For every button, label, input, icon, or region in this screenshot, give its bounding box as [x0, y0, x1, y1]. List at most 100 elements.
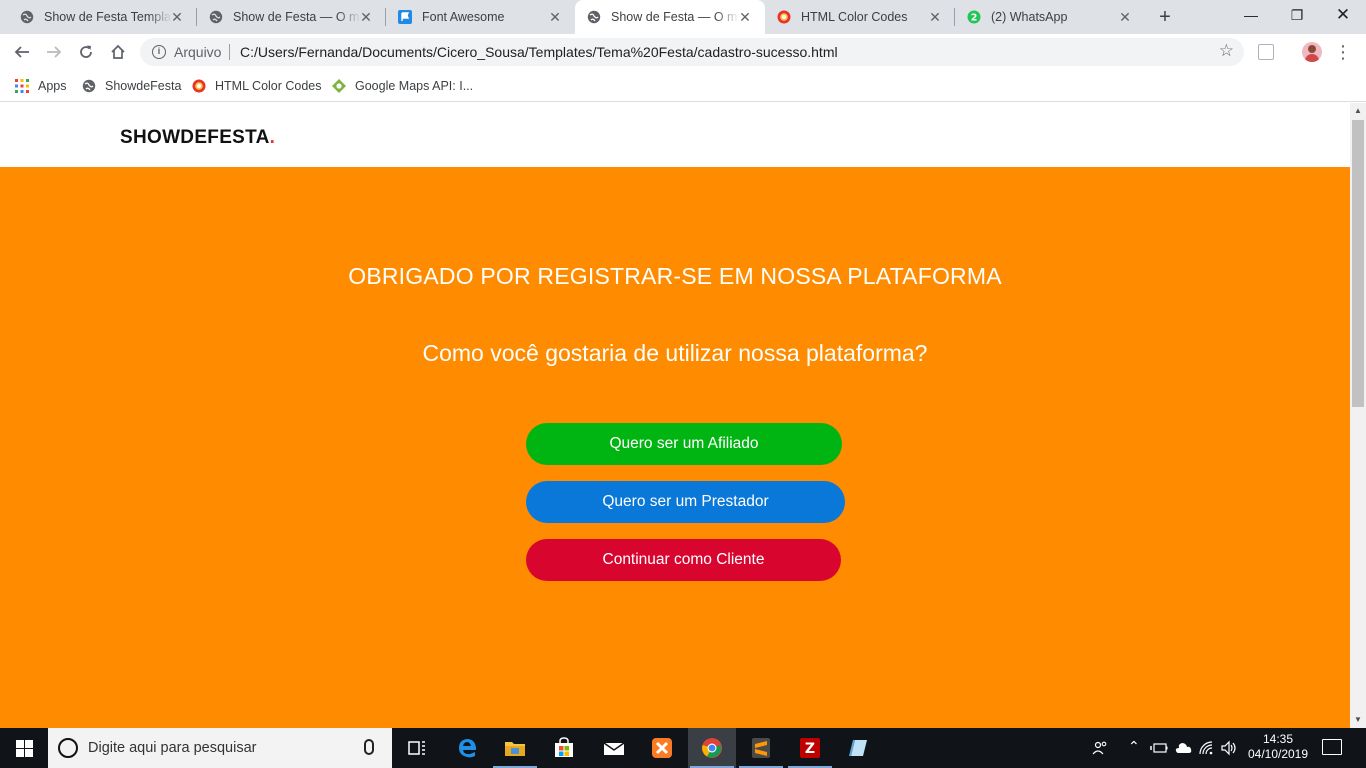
tab-title: HTML Color Codes [801, 10, 929, 25]
extension-icon[interactable] [1258, 44, 1274, 60]
microphone-icon[interactable] [364, 739, 374, 755]
browser-tab[interactable]: Show de Festa — O maior ✕ [189, 0, 386, 34]
taskbar-file-explorer[interactable] [491, 728, 539, 768]
start-button[interactable] [0, 728, 48, 768]
clock-date: 04/10/2019 [1247, 747, 1309, 761]
bookmark-label: Google Maps API: I... [355, 79, 474, 93]
battery-plug-icon[interactable] [1150, 741, 1168, 755]
taskbar-notepad[interactable] [834, 728, 882, 768]
apps-grid-icon [15, 79, 29, 93]
bookmark-showdefesta[interactable]: ShowdeFesta [82, 77, 181, 95]
hero-question: Como você gostaria de utilizar nossa pla… [422, 340, 928, 366]
browser-tab[interactable]: 2 (2) WhatsApp ✕ [955, 0, 1145, 34]
scroll-up-arrow-icon[interactable]: ▲ [1350, 103, 1366, 119]
filezilla-icon: Z [800, 738, 820, 758]
wifi-icon[interactable] [1198, 740, 1214, 756]
maps-icon [332, 79, 346, 93]
onedrive-cloud-icon[interactable] [1174, 741, 1192, 754]
bookmark-apps[interactable]: Apps [15, 77, 67, 95]
action-center-icon[interactable] [1322, 739, 1342, 755]
hero-title: OBRIGADO POR REGISTRAR-SE EM NOSSA PLATA… [348, 263, 1002, 289]
address-scheme-label: Arquivo [174, 44, 222, 60]
bookmark-google-maps[interactable]: Google Maps API: I... [332, 77, 473, 95]
browser-tab-active[interactable]: Show de Festa — O maior ✕ [575, 0, 765, 34]
svg-text:Z: Z [805, 741, 815, 757]
browser-menu-icon[interactable]: ⋮ [1334, 40, 1352, 64]
windows-taskbar: Digite aqui para pesquisar Z ⌃ 14:35 04/… [0, 728, 1366, 768]
bookmark-html-color-codes[interactable]: HTML Color Codes [192, 77, 322, 95]
page-viewport: SHOWDEFESTA. OBRIGADO POR REGISTRAR-SE E… [0, 103, 1350, 728]
close-tab-icon[interactable]: ✕ [927, 9, 943, 25]
arrow-left-icon [14, 46, 29, 58]
close-tab-icon[interactable]: ✕ [169, 9, 185, 25]
close-tab-icon[interactable]: ✕ [547, 9, 563, 25]
address-url[interactable]: C:/Users/Fernanda/Documents/Cicero_Sousa… [240, 44, 838, 60]
cortana-icon [58, 738, 78, 758]
restore-button[interactable]: ❐ [1274, 0, 1320, 30]
task-view-button[interactable] [393, 728, 441, 768]
taskbar-search-box[interactable]: Digite aqui para pesquisar [48, 728, 392, 768]
site-header: SHOWDEFESTA. [0, 103, 1350, 167]
taskbar-chrome[interactable] [688, 728, 736, 768]
logo-text: SHOWDEFESTA [120, 127, 270, 148]
chevron-up-icon[interactable]: ⌃ [1128, 738, 1140, 755]
taskbar-xampp[interactable] [638, 728, 686, 768]
bookmarks-bar: Apps ShowdeFesta HTML Color Codes Google… [0, 70, 1366, 102]
bookmark-star-icon[interactable]: ☆ [1219, 41, 1234, 61]
arrow-right-icon [47, 46, 62, 58]
taskbar-mail[interactable] [590, 728, 638, 768]
browser-tab[interactable]: Font Awesome ✕ [378, 0, 575, 34]
site-logo[interactable]: SHOWDEFESTA. [120, 127, 275, 149]
taskbar-store[interactable] [540, 728, 588, 768]
system-clock[interactable]: 14:35 04/10/2019 [1240, 732, 1316, 762]
new-tab-button[interactable]: + [1153, 5, 1177, 29]
tab-title: Show de Festa Template [44, 10, 172, 25]
hero-section: OBRIGADO POR REGISTRAR-SE EM NOSSA PLATA… [0, 167, 1350, 728]
info-icon[interactable]: i [152, 45, 166, 59]
reload-button[interactable] [72, 38, 100, 66]
browser-tab[interactable]: HTML Color Codes ✕ [765, 0, 955, 34]
taskbar-sublime-text[interactable] [737, 728, 785, 768]
minimize-button[interactable]: — [1228, 0, 1274, 30]
volume-icon[interactable] [1220, 740, 1238, 756]
bookmark-label: ShowdeFesta [105, 79, 182, 93]
color-wheel-icon [192, 79, 206, 93]
close-tab-icon[interactable]: ✕ [737, 9, 753, 25]
tab-title: Font Awesome [422, 10, 550, 25]
people-icon[interactable] [1092, 740, 1108, 756]
reload-icon [80, 45, 92, 58]
task-view-icon [408, 741, 425, 755]
globe-icon [82, 79, 96, 93]
search-placeholder: Digite aqui para pesquisar [88, 740, 257, 756]
edge-icon [459, 739, 476, 758]
profile-avatar[interactable] [1302, 42, 1322, 62]
home-button[interactable] [104, 38, 132, 66]
address-divider [229, 44, 230, 60]
browser-tab[interactable]: Show de Festa Template ✕ [0, 0, 197, 34]
close-tab-icon[interactable]: ✕ [358, 9, 374, 25]
close-tab-icon[interactable]: ✕ [1117, 9, 1133, 25]
chrome-icon [702, 738, 722, 758]
address-bar[interactable]: i Arquivo C:/Users/Fernanda/Documents/Ci… [140, 38, 1244, 66]
flag-icon [398, 10, 412, 24]
bookmark-label: HTML Color Codes [215, 79, 322, 93]
forward-button[interactable] [40, 38, 68, 66]
provider-button[interactable]: Quero ser um Prestador [526, 481, 845, 523]
affiliate-button[interactable]: Quero ser um Afiliado [526, 423, 842, 465]
bookmark-label: Apps [38, 79, 67, 93]
page-scrollbar[interactable]: ▲ ▼ [1350, 103, 1366, 728]
back-button[interactable] [8, 38, 36, 66]
scrollbar-thumb[interactable] [1352, 120, 1364, 407]
tab-title: Show de Festa — O maior [233, 10, 361, 25]
globe-icon [587, 10, 601, 24]
scroll-down-arrow-icon[interactable]: ▼ [1350, 712, 1366, 728]
notepad-icon [849, 740, 867, 756]
whatsapp-icon: 2 [967, 10, 981, 24]
client-button[interactable]: Continuar como Cliente [526, 539, 841, 581]
close-window-button[interactable]: ✕ [1320, 0, 1366, 30]
taskbar-filezilla[interactable]: Z [786, 728, 834, 768]
globe-icon [209, 10, 223, 24]
mail-icon [603, 742, 625, 755]
clock-time: 14:35 [1262, 732, 1294, 746]
taskbar-edge[interactable] [443, 728, 491, 768]
